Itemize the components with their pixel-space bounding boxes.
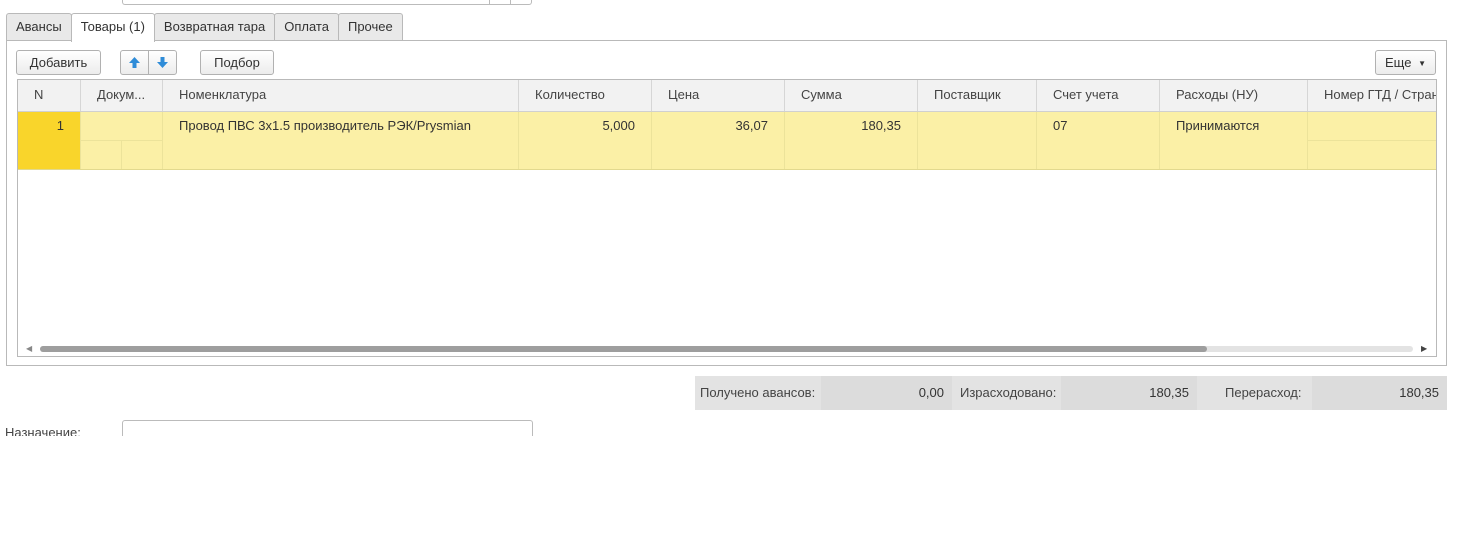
advances-received-label: Получено авансов: <box>700 385 816 400</box>
more-button-label: Еще <box>1385 55 1412 70</box>
pick-button[interactable]: Подбор <box>200 50 274 75</box>
more-button[interactable]: Еще ▼ <box>1375 50 1436 75</box>
column-header-sum[interactable]: Сумма <box>785 80 918 111</box>
column-header-price[interactable]: Цена <box>652 80 785 111</box>
row-expenses[interactable]: Принимаются <box>1160 112 1308 169</box>
scroll-right-icon[interactable]: ▶ <box>1421 344 1427 354</box>
advances-received-value: 0,00 <box>821 376 952 410</box>
scroll-thumb[interactable] <box>40 346 1207 352</box>
cell-subline <box>1308 140 1436 141</box>
column-header-expenses[interactable]: Расходы (НУ) <box>1160 80 1308 111</box>
add-button[interactable]: Добавить <box>16 50 101 75</box>
dropdown-arrow-icon: ▼ <box>1418 59 1426 69</box>
row-supplier[interactable] <box>918 112 1037 169</box>
cell-subdivider <box>121 140 122 169</box>
goods-table: N Докум... Номенклатура Количество Цена … <box>17 79 1437 357</box>
spent-value: 180,35 <box>1061 376 1197 410</box>
table-row[interactable]: 1 Провод ПВС 3х1.5 производитель РЭК/Pry… <box>18 112 1436 170</box>
column-header-gtd[interactable]: Номер ГТД / Стран <box>1308 80 1436 111</box>
tab-advances[interactable]: Авансы <box>6 13 72 40</box>
row-sum[interactable]: 180,35 <box>785 112 918 169</box>
row-nomenclature[interactable]: Провод ПВС 3х1.5 производитель РЭК/Prysm… <box>163 112 519 169</box>
tab-returnable-packaging[interactable]: Возвратная тара <box>153 13 276 40</box>
column-header-quantity[interactable]: Количество <box>519 80 652 111</box>
horizontal-scrollbar[interactable]: ◀ ▶ <box>18 342 1436 356</box>
tab-goods[interactable]: Товары (1) <box>70 13 155 42</box>
tab-payment[interactable]: Оплата <box>274 13 339 40</box>
top-input-field[interactable] <box>122 0 532 5</box>
row-price[interactable]: 36,07 <box>652 112 785 169</box>
arrow-down-icon <box>157 57 168 68</box>
tab-other[interactable]: Прочее <box>337 13 403 40</box>
overspend-label: Перерасход: <box>1225 385 1302 400</box>
column-header-account[interactable]: Счет учета <box>1037 80 1160 111</box>
column-header-nomenclature[interactable]: Номенклатура <box>163 80 519 111</box>
scroll-left-icon[interactable]: ◀ <box>26 344 32 354</box>
top-field-divider <box>510 0 511 4</box>
arrow-up-icon <box>129 57 140 68</box>
spent-label: Израсходовано: <box>960 385 1057 400</box>
move-up-button[interactable] <box>120 50 149 75</box>
row-number: 1 <box>18 112 81 169</box>
cell-subline <box>81 140 163 141</box>
goods-panel: Добавить Подбор Еще ▼ N Докум... Номенкл… <box>6 40 1447 366</box>
row-account[interactable]: 07 <box>1037 112 1160 169</box>
empty-area <box>0 436 1460 541</box>
top-field-divider <box>489 0 490 4</box>
column-header-n[interactable]: N <box>18 80 81 111</box>
tab-bar: Авансы Товары (1) Возвратная тара Оплата… <box>6 13 403 42</box>
column-header-document[interactable]: Докум... <box>81 80 163 111</box>
move-down-button[interactable] <box>148 50 177 75</box>
row-quantity[interactable]: 5,000 <box>519 112 652 169</box>
totals-bar: Получено авансов: 0,00 Израсходовано: 18… <box>695 376 1447 410</box>
table-header: N Докум... Номенклатура Количество Цена … <box>18 80 1436 112</box>
column-header-supplier[interactable]: Поставщик <box>918 80 1037 111</box>
overspend-value: 180,35 <box>1312 376 1447 410</box>
